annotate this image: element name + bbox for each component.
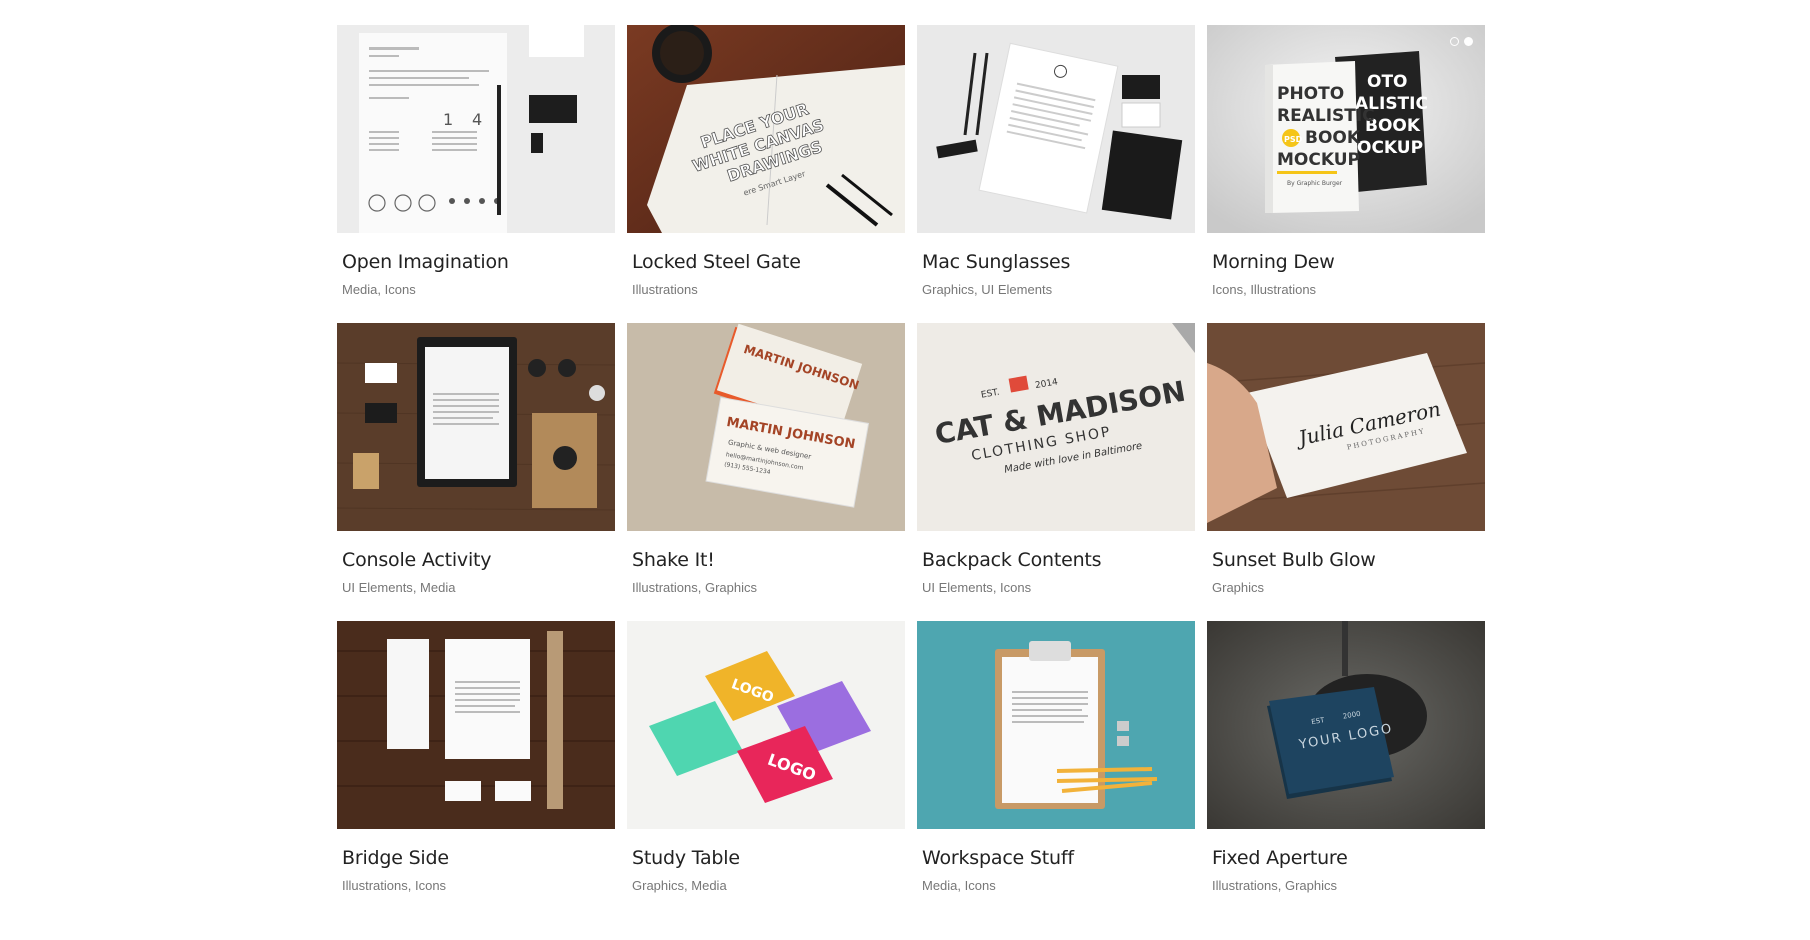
portfolio-thumbnail[interactable] [917, 25, 1195, 233]
portfolio-thumbnail[interactable]: EST. 2014 CAT & MADISON CLOTHING SHOP Ma… [917, 323, 1195, 531]
item-title[interactable]: Bridge Side [342, 847, 615, 869]
portfolio-item[interactable]: 1 4 Open Imagination Media, Icons [337, 25, 615, 323]
category-link[interactable]: Media [420, 580, 455, 595]
category-link[interactable]: Illustrations [342, 878, 408, 893]
item-categories: UI Elements, Icons [922, 580, 1032, 595]
stationery-mockup-image: 1 4 [337, 25, 615, 233]
wood-stationery-image [337, 621, 615, 829]
book-front-text-3: BOOK [1305, 128, 1361, 148]
item-categories: Illustrations [632, 282, 905, 298]
item-title[interactable]: Locked Steel Gate [632, 251, 905, 273]
category-link[interactable]: Illustrations [1212, 878, 1278, 893]
item-categories: Media, Icons [922, 878, 996, 893]
portfolio-thumbnail[interactable] [917, 621, 1195, 829]
item-title[interactable]: Mac Sunglasses [922, 251, 1195, 273]
category-link[interactable]: Media [342, 282, 377, 297]
card-holder-image: EST 2000 YOUR LOGO [1207, 621, 1485, 829]
category-link[interactable]: UI Elements [342, 580, 413, 595]
item-categories: Graphics, UI Elements [922, 282, 1053, 297]
item-categories: Graphics, Media [632, 878, 727, 893]
item-title[interactable]: Console Activity [342, 549, 615, 571]
category-link[interactable]: Illustrations [1250, 282, 1316, 297]
portfolio-thumbnail[interactable]: MARTIN JOHNSON MARTIN JOHNSON Graphic & … [627, 323, 905, 531]
slider-dots [1450, 37, 1473, 46]
item-categories: UI Elements, Media [342, 580, 456, 595]
portfolio-thumbnail[interactable]: EST 2000 YOUR LOGO [1207, 621, 1485, 829]
item-categories: Illustrations, Graphics [632, 580, 758, 595]
portfolio-item[interactable]: OTO ALISTIC BOOK OCKUP PHOTO REALISTIC B… [1207, 25, 1485, 323]
category-link[interactable]: Graphics [922, 282, 974, 297]
portfolio-thumbnail[interactable]: 1 4 [337, 25, 615, 233]
category-link[interactable]: UI Elements [981, 282, 1052, 297]
portfolio-item[interactable]: EST. 2014 CAT & MADISON CLOTHING SHOP Ma… [917, 323, 1195, 621]
category-link[interactable]: Icons [385, 282, 416, 297]
portfolio-item[interactable]: Bridge Side Illustrations, Icons [337, 621, 615, 919]
category-link[interactable]: Icons [415, 878, 446, 893]
resume-number-4: 4 [472, 110, 482, 129]
slider-dot-2[interactable] [1464, 37, 1473, 46]
category-link[interactable]: Illustrations [632, 580, 698, 595]
portfolio-item[interactable]: Console Activity UI Elements, Media [337, 323, 615, 621]
slider-dot-1[interactable] [1450, 37, 1459, 46]
category-link[interactable]: Icons [965, 878, 996, 893]
portfolio-item[interactable]: Julia Cameron PHOTOGRAPHY Sunset Bulb Gl… [1207, 323, 1485, 621]
item-categories: Illustrations, Graphics [1212, 878, 1338, 893]
portfolio-thumbnail[interactable] [337, 621, 615, 829]
item-title[interactable]: Workspace Stuff [922, 847, 1195, 869]
category-link[interactable]: Illustrations [632, 282, 698, 297]
item-title[interactable]: Fixed Aperture [1212, 847, 1485, 869]
letterpress-logo-image: EST. 2014 CAT & MADISON CLOTHING SHOP Ma… [917, 323, 1195, 531]
book-badge-text: PSD [1284, 135, 1303, 144]
book-front-text-1: PHOTO [1277, 84, 1344, 104]
portfolio-item[interactable]: Mac Sunglasses Graphics, UI Elements [917, 25, 1195, 323]
resume-number-1: 1 [443, 110, 453, 129]
portfolio-thumbnail[interactable]: LOGO LOGO [627, 621, 905, 829]
business-card-image: MARTIN JOHNSON MARTIN JOHNSON Graphic & … [627, 323, 905, 531]
book-author-text: By Graphic Burger [1287, 180, 1343, 187]
branding-stationery-image [917, 25, 1195, 233]
desk-flatlay-image [337, 323, 615, 531]
book-front-text-4: MOCKUP [1277, 150, 1360, 170]
portfolio-thumbnail[interactable] [337, 323, 615, 531]
colorful-cards-image: LOGO LOGO [627, 621, 905, 829]
hand-held-card-image: Julia Cameron PHOTOGRAPHY [1207, 323, 1485, 531]
item-categories: Media, Icons [342, 282, 416, 297]
category-link[interactable]: Icons [1000, 580, 1031, 595]
category-link[interactable]: UI Elements [922, 580, 993, 595]
portfolio-item[interactable]: Workspace Stuff Media, Icons [917, 621, 1195, 919]
category-link[interactable]: Graphics [1212, 580, 1264, 595]
portfolio-item[interactable]: MARTIN JOHNSON MARTIN JOHNSON Graphic & … [627, 323, 905, 621]
category-link[interactable]: Media [922, 878, 957, 893]
book-front-text-2: REALISTIC [1277, 106, 1375, 126]
portfolio-item[interactable]: PLACE YOUR WHITE CANVAS DRAWINGS ere Sma… [627, 25, 905, 323]
book-back-text-4: OCKUP [1357, 138, 1423, 158]
category-link[interactable]: Graphics [705, 580, 757, 595]
item-title[interactable]: Study Table [632, 847, 905, 869]
category-link[interactable]: Media [691, 878, 726, 893]
category-link[interactable]: Graphics [632, 878, 684, 893]
item-categories: Graphics [1212, 580, 1485, 596]
book-mockup-image: OTO ALISTIC BOOK OCKUP PHOTO REALISTIC B… [1207, 25, 1485, 233]
portfolio-thumbnail[interactable]: PLACE YOUR WHITE CANVAS DRAWINGS ere Sma… [627, 25, 905, 233]
category-link[interactable]: Icons [1212, 282, 1243, 297]
portfolio-thumbnail[interactable]: OTO ALISTIC BOOK OCKUP PHOTO REALISTIC B… [1207, 25, 1485, 233]
item-title[interactable]: Shake It! [632, 549, 905, 571]
item-title[interactable]: Morning Dew [1212, 251, 1485, 273]
portfolio-grid: 1 4 Open Imagination Media, Icons PLACE … [337, 25, 1485, 919]
sketchbook-image: PLACE YOUR WHITE CANVAS DRAWINGS ere Sma… [627, 25, 905, 233]
book-back-text-1: OTO [1367, 72, 1408, 92]
portfolio-item[interactable]: EST 2000 YOUR LOGO Fixed Aperture Illust… [1207, 621, 1485, 919]
clipboard-image [917, 621, 1195, 829]
portfolio-thumbnail[interactable]: Julia Cameron PHOTOGRAPHY [1207, 323, 1485, 531]
category-link[interactable]: Graphics [1285, 878, 1337, 893]
item-title[interactable]: Open Imagination [342, 251, 615, 273]
item-categories: Illustrations, Icons [342, 878, 447, 893]
portfolio-item[interactable]: LOGO LOGO Study Table Graphics, Media [627, 621, 905, 919]
item-categories: Icons, Illustrations [1212, 282, 1317, 297]
item-title[interactable]: Sunset Bulb Glow [1212, 549, 1485, 571]
item-title[interactable]: Backpack Contents [922, 549, 1195, 571]
